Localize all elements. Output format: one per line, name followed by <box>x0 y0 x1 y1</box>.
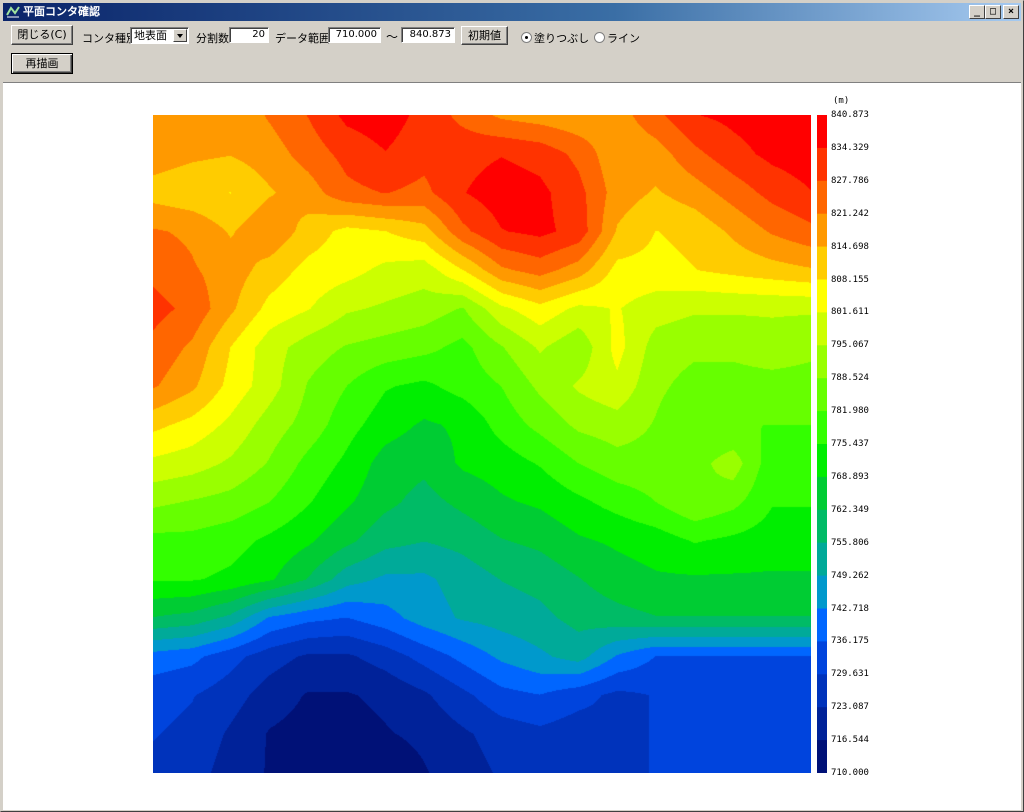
fill-radio-label[interactable]: 塗りつぶし <box>534 30 589 46</box>
colorbar-tick-label: 801.611 <box>831 307 869 318</box>
colorbar-segment <box>817 115 827 149</box>
contour-type-value: 地表面 <box>134 29 167 42</box>
colorbar-tick-label: 827.786 <box>831 175 869 186</box>
range-separator: ～ <box>386 30 399 44</box>
colorbar-tick-label: 742.718 <box>831 603 869 614</box>
window-title: 平面コンタ確認 <box>23 5 100 18</box>
colorbar-segment <box>817 740 827 773</box>
redraw-button[interactable]: 再描画 <box>11 53 73 74</box>
colorbar-tick-label: 775.437 <box>831 439 869 449</box>
colorbar-segment <box>817 147 827 182</box>
title-bar[interactable]: 平面コンタ確認 _ □ × <box>3 3 1021 21</box>
colorbar-segment <box>817 444 827 478</box>
divisions-input[interactable]: 20 <box>229 27 269 43</box>
colorbar-segment <box>817 213 827 248</box>
colorbar-segment <box>817 180 827 215</box>
window-controls: _ □ × <box>969 5 1019 19</box>
colorbar-tick-label: 736.175 <box>831 636 869 647</box>
colorbar-tick-label: 755.806 <box>831 537 869 548</box>
divisions-label: 分割数 <box>196 32 229 45</box>
contour-type-label: コンタ種別 <box>82 32 137 45</box>
contour-plot <box>153 115 811 773</box>
colorbar-segment <box>817 575 827 609</box>
colorbar-segment <box>817 476 827 511</box>
unit-label: (m) <box>833 96 850 106</box>
chevron-down-icon[interactable] <box>173 29 187 42</box>
colorbar-tick-label: 749.262 <box>831 570 869 581</box>
colorbar-segment <box>817 279 827 313</box>
range-min-input[interactable]: 710.000 <box>328 27 381 43</box>
colorbar-tick-label: 762.349 <box>831 504 869 515</box>
colorbar <box>817 115 827 773</box>
colorbar-tick-label: 795.067 <box>831 340 869 351</box>
data-range-label: データ範囲 <box>275 32 330 45</box>
colorbar-segment <box>817 608 827 642</box>
colorbar-tick-label: 729.631 <box>831 669 869 680</box>
contour-type-select[interactable]: 地表面 <box>130 27 189 44</box>
colorbar-segment <box>817 641 827 675</box>
line-radio-label[interactable]: ライン <box>607 30 640 46</box>
colorbar-tick-label: 834.329 <box>831 142 869 153</box>
default-values-button[interactable]: 初期値 <box>461 26 508 45</box>
colorbar-tick-label: 821.242 <box>831 208 869 219</box>
colorbar-tick-label: 840.873 <box>831 110 869 120</box>
colorbar-segment <box>817 312 827 346</box>
colorbar-segment <box>817 542 827 577</box>
colorbar-tick-label: 808.155 <box>831 274 869 285</box>
colorbar-segment <box>817 246 827 280</box>
close-window-button[interactable]: × <box>1003 5 1019 19</box>
fill-radio[interactable] <box>521 32 532 43</box>
colorbar-tick-label: 768.893 <box>831 471 869 482</box>
colorbar-segment <box>817 411 827 445</box>
app-icon <box>6 6 20 18</box>
colorbar-tick-label: 723.087 <box>831 702 869 713</box>
minimize-button[interactable]: _ <box>969 5 985 19</box>
colorbar-segment <box>817 378 827 412</box>
colorbar-tick-label: 788.524 <box>831 373 869 384</box>
maximize-button[interactable]: □ <box>985 5 1001 19</box>
colorbar-tick-label: 716.544 <box>831 735 869 746</box>
line-radio[interactable] <box>594 32 605 43</box>
close-button[interactable]: 閉じる(C) <box>11 25 73 45</box>
colorbar-segment <box>817 674 827 708</box>
colorbar-segment <box>817 345 827 379</box>
range-max-input[interactable]: 840.873 <box>401 27 455 43</box>
colorbar-segment <box>817 707 827 741</box>
colorbar-tick-label: 814.698 <box>831 241 869 252</box>
colorbar-tick-label: 710.000 <box>831 768 869 778</box>
colorbar-tick-label: 781.980 <box>831 406 869 417</box>
colorbar-segment <box>817 509 827 544</box>
